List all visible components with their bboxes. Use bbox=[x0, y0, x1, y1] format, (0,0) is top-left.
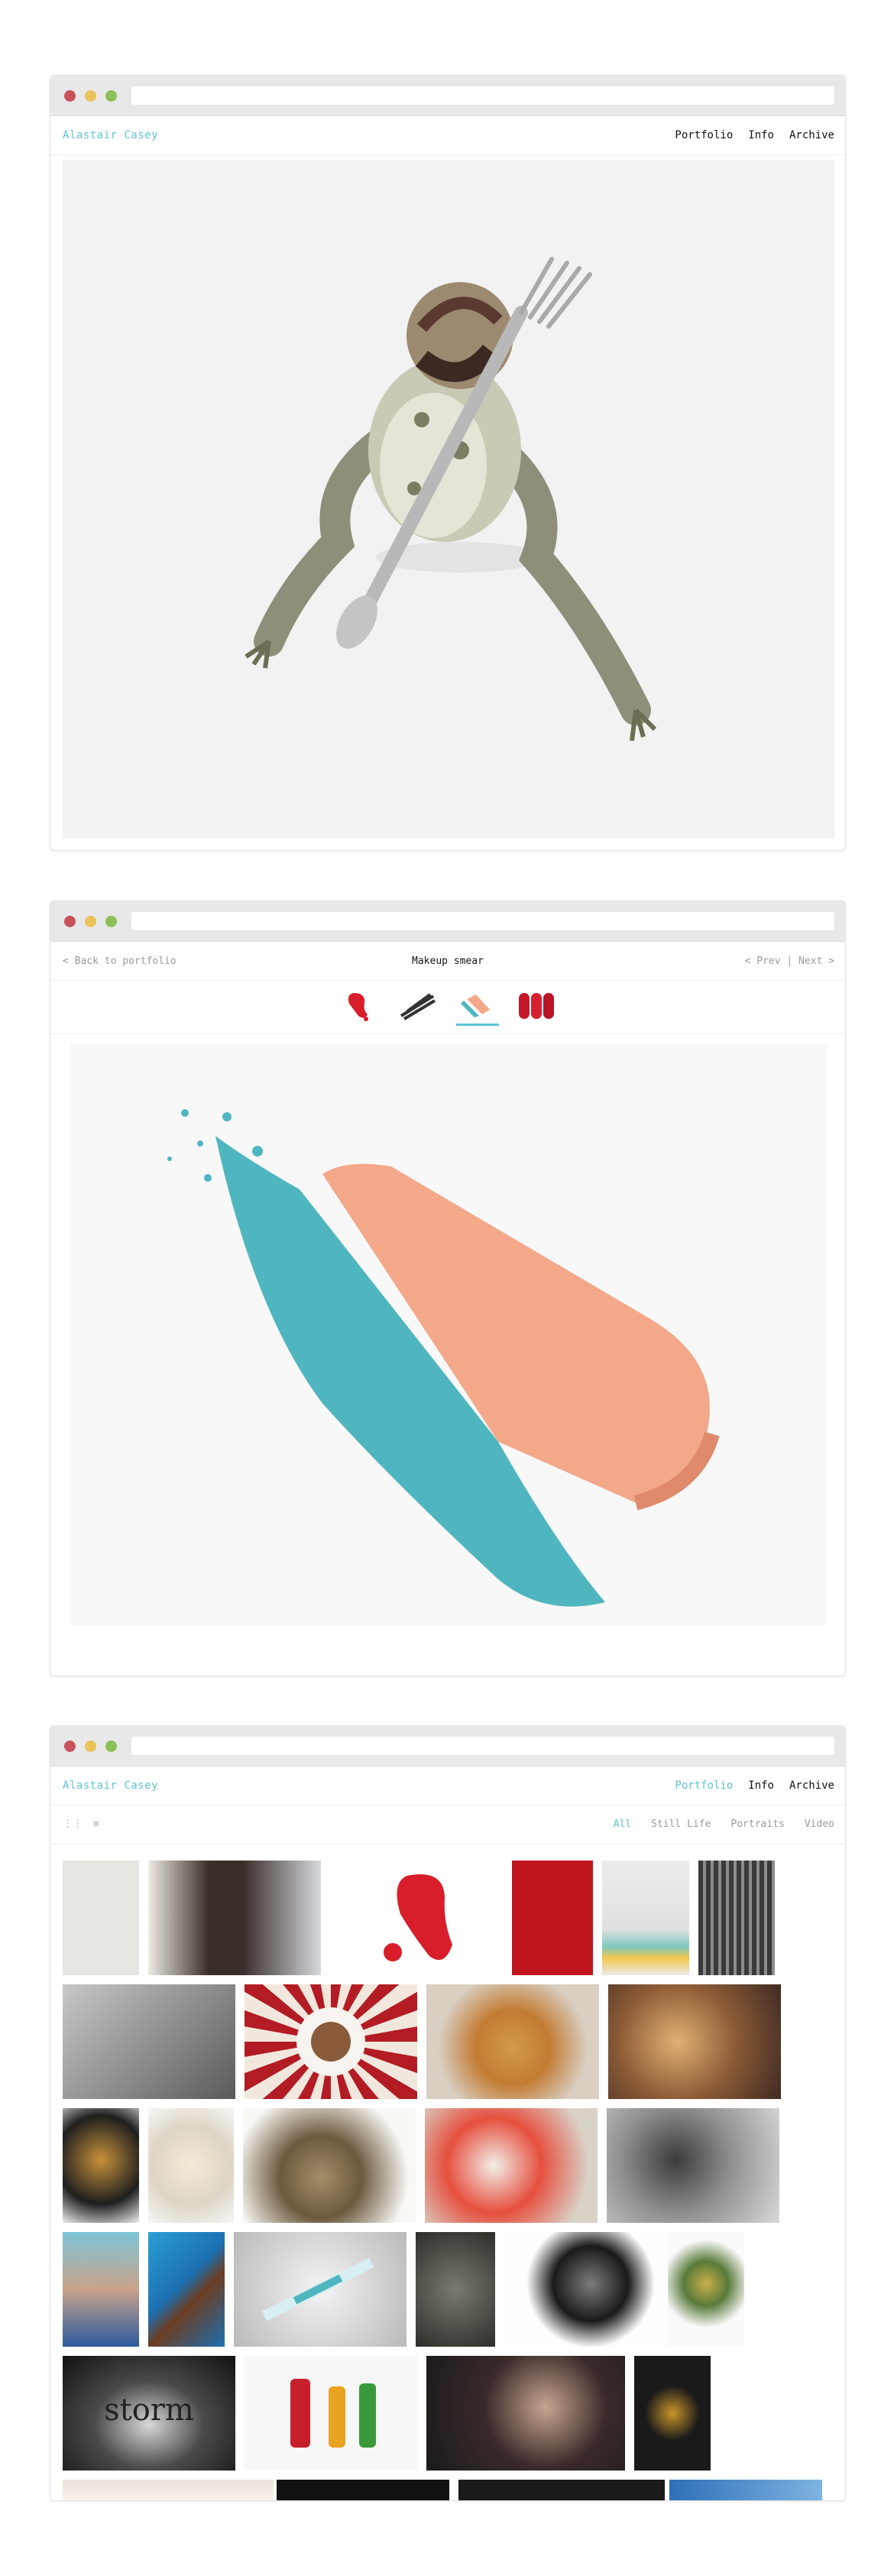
menu-archive[interactable]: Archive bbox=[789, 1780, 834, 1792]
browser-chrome bbox=[50, 1726, 845, 1767]
maximize-dot-icon[interactable] bbox=[105, 90, 117, 102]
filter-all[interactable]: All bbox=[614, 1818, 631, 1830]
browser-chrome bbox=[50, 901, 845, 942]
grid-icon[interactable]: ⋮⋮ bbox=[63, 1818, 83, 1830]
project-image-makeup-smear[interactable] bbox=[70, 1044, 827, 1625]
thumb-noodle-bowl[interactable] bbox=[425, 2108, 598, 2223]
category-filters: All Still Life Portraits Video bbox=[614, 1818, 834, 1830]
site-header: Alastair Casey Portfolio Info Archive bbox=[50, 1767, 845, 1805]
thumb-woman-blue-wall[interactable] bbox=[63, 2232, 139, 2347]
thumb-storm-title[interactable]: storm bbox=[63, 2356, 235, 2471]
thumb-makeup-smear[interactable] bbox=[456, 988, 499, 1026]
filter-video[interactable]: Video bbox=[805, 1818, 834, 1830]
thumb-syringe[interactable] bbox=[234, 2232, 407, 2347]
thumb-tacos[interactable] bbox=[426, 1984, 599, 2099]
address-bar[interactable] bbox=[131, 912, 834, 930]
maximize-dot-icon[interactable] bbox=[105, 1741, 117, 1752]
browser-window-portfolio-grid: Alastair Casey Portfolio Info Archive ⋮⋮… bbox=[50, 1725, 846, 2501]
browser-window-project: < Back to portfolio Makeup smear < Prev … bbox=[50, 900, 846, 1676]
menu-archive[interactable]: Archive bbox=[789, 129, 834, 141]
main-menu: Portfolio Info Archive bbox=[675, 129, 834, 141]
thumb-photo-studio[interactable] bbox=[63, 1861, 139, 1975]
thumb-row6-2[interactable] bbox=[277, 2480, 449, 2500]
filter-portraits[interactable]: Portraits bbox=[730, 1818, 784, 1830]
menu-portfolio[interactable]: Portfolio bbox=[675, 129, 733, 141]
thumb-red-paint-drip[interactable] bbox=[330, 1861, 503, 1975]
menu-info[interactable]: Info bbox=[748, 129, 774, 141]
thumb-dark-still-life[interactable] bbox=[634, 2356, 711, 2471]
thumb-black-brush-strokes[interactable] bbox=[397, 988, 439, 1024]
thumb-red-lipstick-smears[interactable] bbox=[516, 988, 559, 1024]
site-logo[interactable]: Alastair Casey bbox=[63, 1780, 158, 1792]
thumb-watches[interactable] bbox=[416, 2232, 495, 2347]
thumb-row6-3[interactable] bbox=[458, 2480, 665, 2500]
close-dot-icon[interactable] bbox=[64, 916, 76, 927]
thumb-woman-hat[interactable] bbox=[426, 2356, 625, 2471]
thumb-man-portrait-bw[interactable] bbox=[504, 2232, 677, 2347]
thumbnail-strip bbox=[50, 981, 845, 1034]
thumb-row6-1[interactable] bbox=[63, 2480, 274, 2500]
menu-info[interactable]: Info bbox=[748, 1780, 774, 1792]
thumb-mayo-jar[interactable] bbox=[148, 2108, 234, 2223]
thumb-roast-chicken[interactable] bbox=[63, 2108, 139, 2223]
thumb-corn[interactable] bbox=[668, 2232, 744, 2347]
thumb-salad-plate-red[interactable] bbox=[245, 1984, 417, 2099]
minimize-dot-icon[interactable] bbox=[85, 916, 96, 927]
frog-fork-illustration bbox=[245, 257, 657, 741]
thumb-row6-4[interactable] bbox=[669, 2480, 822, 2500]
thumb-bearded-man[interactable] bbox=[243, 2108, 416, 2223]
list-icon[interactable]: ≡ bbox=[93, 1818, 99, 1830]
project-title: Makeup smear bbox=[412, 955, 484, 967]
thumb-table-feast[interactable] bbox=[608, 1984, 781, 2099]
close-dot-icon[interactable] bbox=[64, 90, 76, 102]
thumb-red-drip-splash[interactable] bbox=[512, 1861, 593, 1975]
view-toggle: ⋮⋮ ≡ bbox=[63, 1818, 99, 1830]
filter-bar: ⋮⋮ ≡ All Still Life Portraits Video bbox=[50, 1805, 845, 1844]
prev-next-pager[interactable]: < Prev | Next > bbox=[745, 955, 834, 967]
main-menu: Portfolio Info Archive bbox=[675, 1780, 834, 1792]
thumb-brown-shoe[interactable] bbox=[148, 2232, 225, 2347]
maximize-dot-icon[interactable] bbox=[105, 916, 117, 927]
address-bar[interactable] bbox=[131, 1737, 834, 1755]
thumb-lighters[interactable] bbox=[245, 2356, 417, 2471]
hero-image-frog-fork[interactable] bbox=[63, 160, 834, 839]
thumb-portrait-woman[interactable] bbox=[148, 1861, 321, 1975]
makeup-smear-illustration bbox=[167, 1109, 720, 1607]
address-bar[interactable] bbox=[131, 86, 834, 105]
project-header: < Back to portfolio Makeup smear < Prev … bbox=[50, 942, 845, 981]
menu-portfolio[interactable]: Portfolio bbox=[675, 1780, 733, 1792]
thumb-clothes-rack-bw[interactable] bbox=[698, 1861, 775, 1975]
filter-still-life[interactable]: Still Life bbox=[651, 1818, 711, 1830]
thumb-red-paint-drip[interactable] bbox=[337, 988, 380, 1024]
thumb-cosmetics-flatlay[interactable] bbox=[602, 1861, 689, 1975]
thumb-kitchen-bw[interactable] bbox=[63, 1984, 235, 2099]
browser-window-home: Alastair Casey Portfolio Info Archive bbox=[50, 75, 846, 851]
minimize-dot-icon[interactable] bbox=[85, 90, 96, 102]
storm-text: storm bbox=[104, 2393, 194, 2428]
site-header: Alastair Casey Portfolio Info Archive bbox=[50, 116, 845, 155]
browser-chrome bbox=[50, 76, 845, 116]
site-logo[interactable]: Alastair Casey bbox=[63, 129, 158, 141]
thumb-woman-bw[interactable] bbox=[607, 2108, 779, 2223]
close-dot-icon[interactable] bbox=[64, 1741, 76, 1752]
minimize-dot-icon[interactable] bbox=[85, 1741, 96, 1752]
